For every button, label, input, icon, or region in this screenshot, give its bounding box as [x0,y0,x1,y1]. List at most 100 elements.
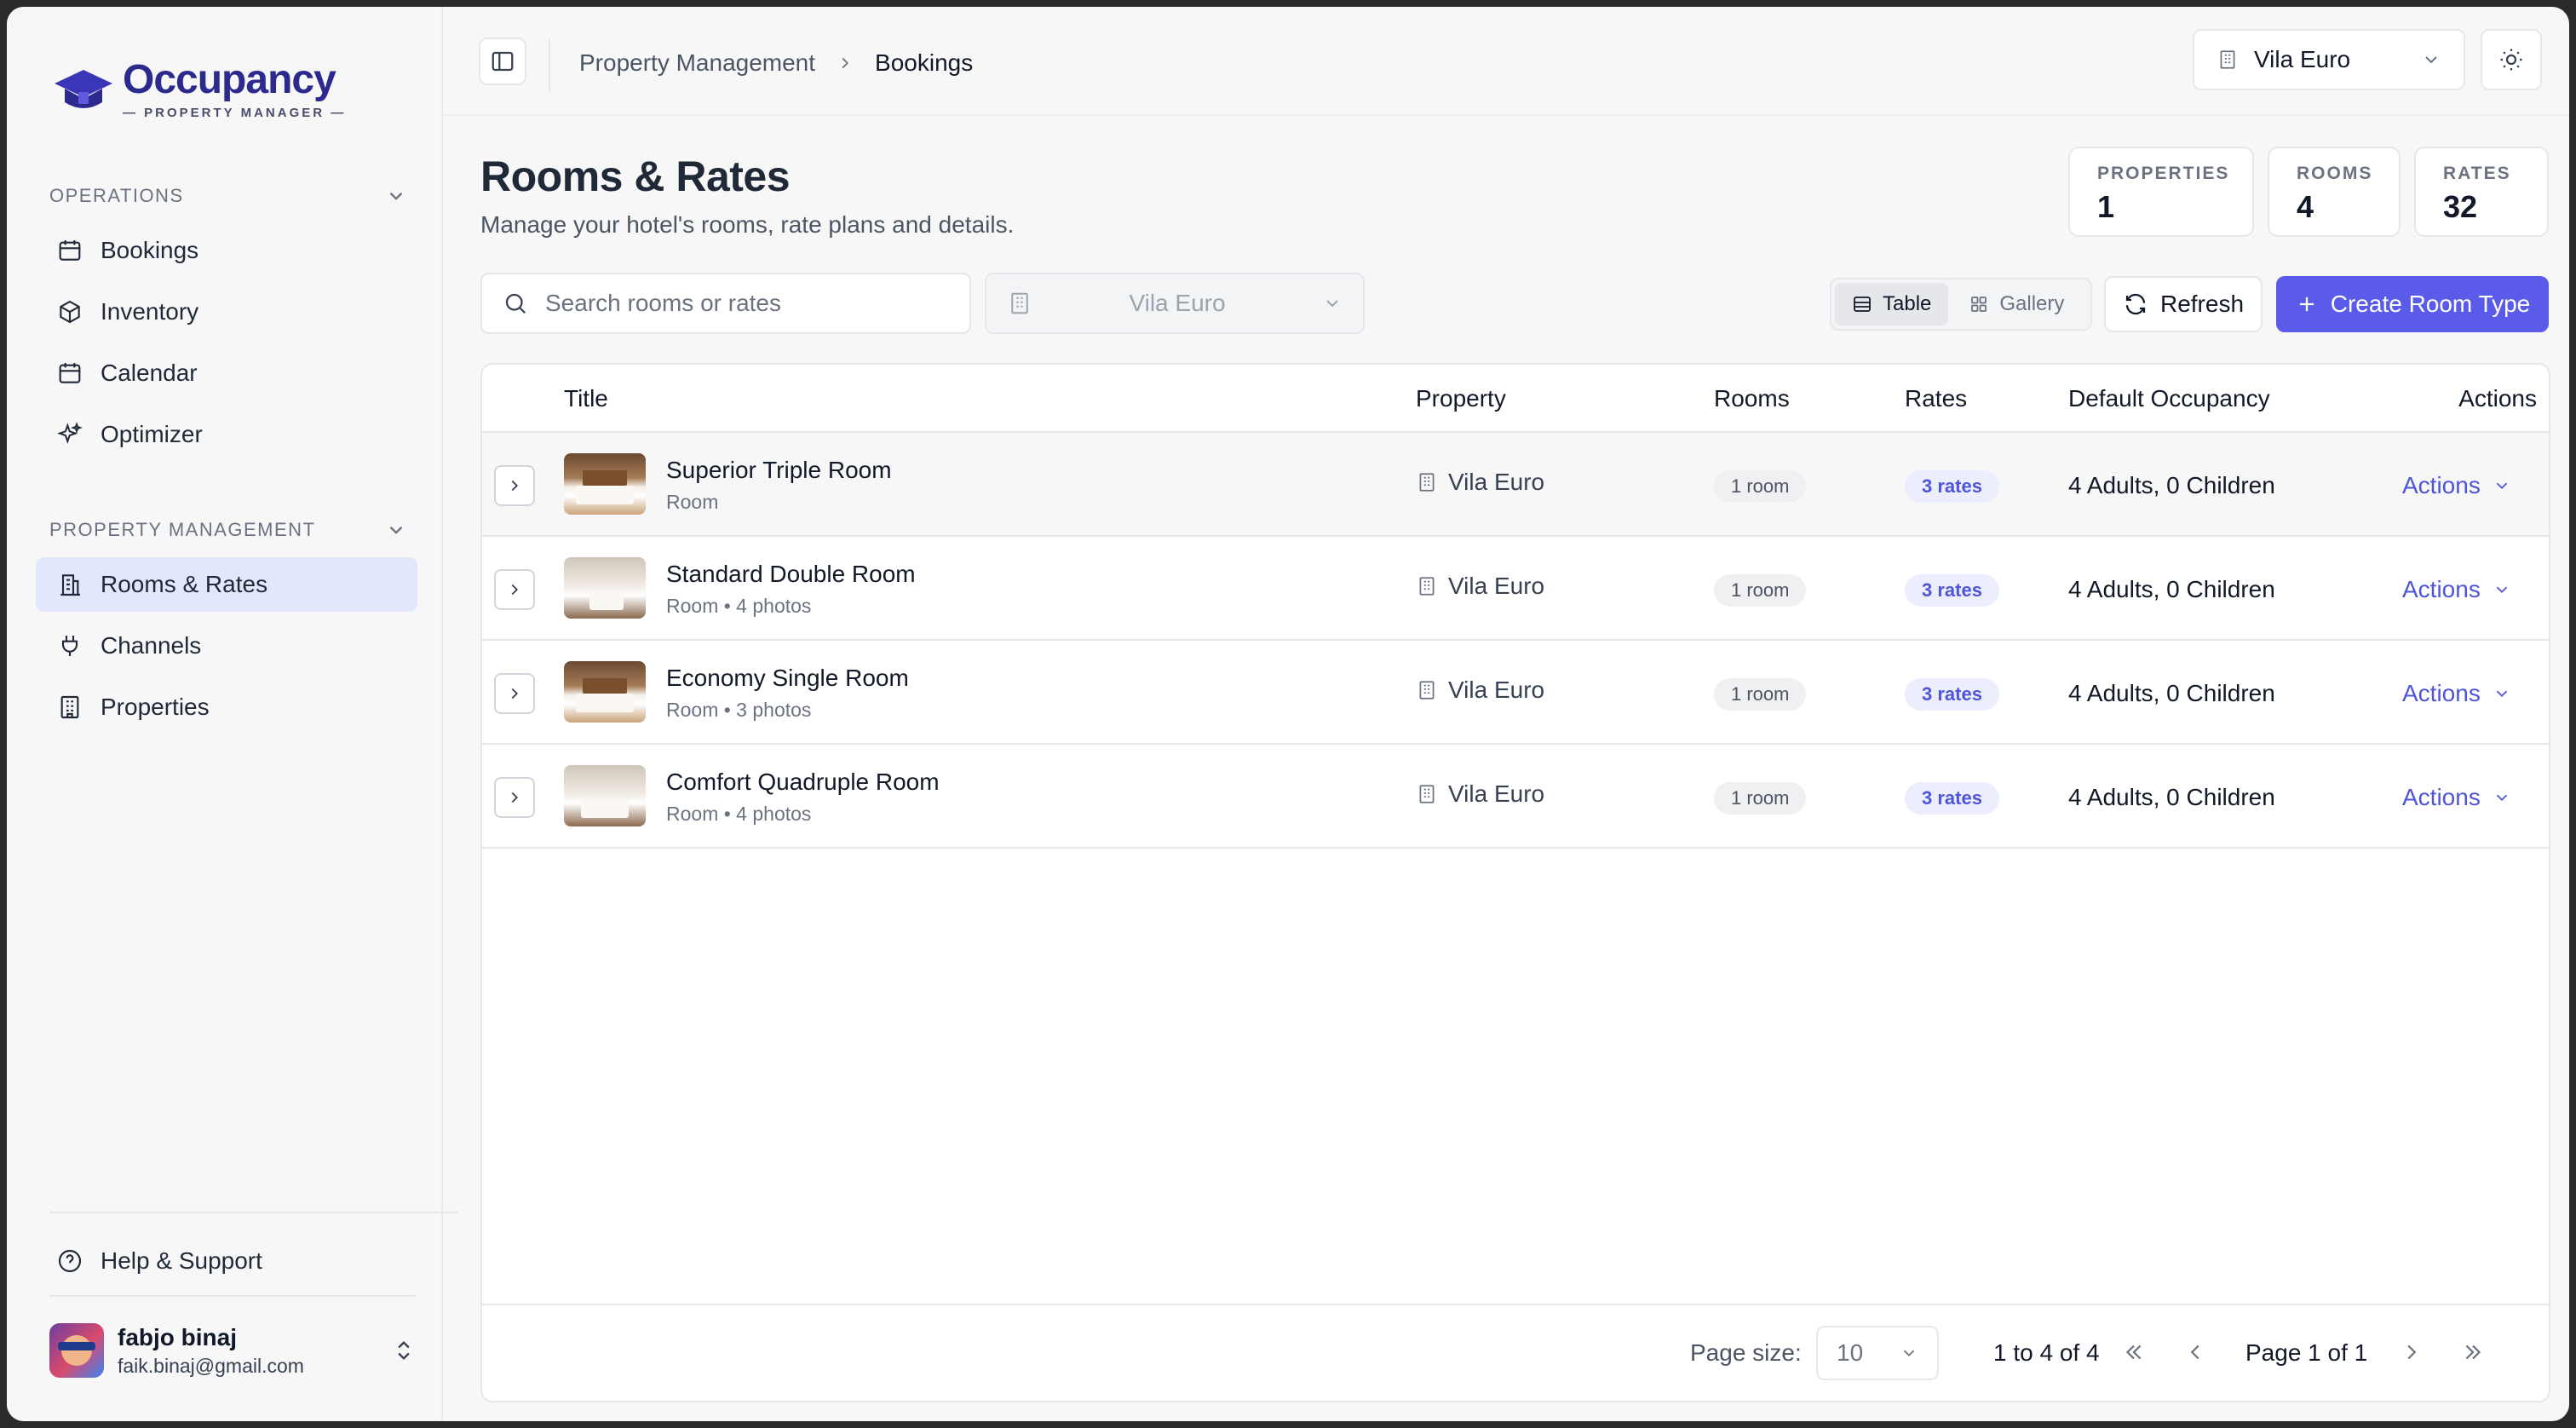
theme-toggle-button[interactable] [2481,29,2542,90]
view-gallery-button[interactable]: Gallery [1952,283,2081,325]
room-thumbnail[interactable] [564,453,646,515]
rates-badge[interactable]: 3 rates [1905,782,1999,815]
help-circle-icon [58,1249,82,1273]
help-support-link[interactable]: Help & Support [36,1234,417,1288]
building-icon [1419,473,1435,492]
building-icon [1419,681,1435,700]
column-rooms[interactable]: Rooms [1714,385,1790,412]
sidebar-item-calendar[interactable]: Calendar [36,346,417,400]
search-input-placeholder: Search rooms or rates [545,290,781,316]
box-icon [60,300,80,324]
toggle-sidebar-button[interactable] [479,37,526,85]
stat-label: RATES [2443,164,2511,183]
table-row[interactable]: Economy Single Room Room • 3 photos Vila… [482,641,2549,745]
column-rates[interactable]: Rates [1905,385,1967,412]
expand-row-button[interactable] [494,673,535,714]
breadcrumb: Property Management Bookings [579,49,973,77]
expand-row-button[interactable] [494,569,535,610]
default-occupancy: 4 Adults, 0 Children [2068,784,2275,810]
column-default-occupancy[interactable]: Default Occupancy [2068,385,2270,412]
property-selector[interactable]: Vila Euro [2193,29,2465,90]
search-field[interactable]: Search rooms or rates [480,273,971,334]
property-name: Vila Euro [1448,677,1545,703]
page-range: 1 to 4 of 4 [1993,1339,2100,1366]
page-size-label: Page size: [1690,1339,1802,1366]
actions-label: Actions [2402,576,2481,602]
chevron-down-icon [2496,482,2507,490]
sidebar-item-rooms-rates[interactable]: Rooms & Rates [36,557,417,612]
chevron-right-icon [511,792,519,803]
table-icon [1854,297,1871,312]
room-title: Superior Triple Room [666,457,892,483]
chevron-right-icon [511,480,519,492]
actions-dropdown[interactable]: Actions [2402,784,2511,811]
user-email: faik.binaj@gmail.com [118,1354,304,1377]
actions-dropdown[interactable]: Actions [2402,680,2511,707]
page-size-select[interactable]: 10 [1816,1326,1939,1380]
section-property-management[interactable]: PROPERTY MANAGEMENT [49,515,407,545]
chevron-right-icon [511,688,519,700]
sidebar-item-channels[interactable]: Channels [36,619,417,673]
brand-tagline: — PROPERTY MANAGER — [123,106,347,120]
table-row[interactable]: Superior Triple Room Room Vila Euro 1 ro… [482,433,2549,537]
room-property: Vila Euro [1416,469,1544,496]
rooms-badge: 1 room [1714,782,1807,815]
divider [49,1212,458,1213]
refresh-button[interactable]: Refresh [2104,276,2263,332]
view-gallery-label: Gallery [1999,292,2065,315]
sidebar-item-properties[interactable]: Properties [36,680,417,734]
sun-icon [2500,49,2522,71]
sidebar-item-inventory[interactable]: Inventory [36,285,417,339]
table-row[interactable]: Comfort Quadruple Room Room • 4 photos V… [482,745,2549,849]
actions-dropdown[interactable]: Actions [2402,472,2511,499]
room-thumbnail[interactable] [564,557,646,619]
building-icon [1419,577,1435,596]
chevron-down-icon [2496,690,2507,698]
column-property[interactable]: Property [1416,385,1506,412]
expand-row-button[interactable] [494,777,535,818]
rates-badge[interactable]: 3 rates [1905,574,1999,607]
rooms-badge: 1 room [1714,470,1807,503]
property-filter-select[interactable]: Vila Euro [985,273,1365,334]
divider [549,39,550,92]
user-menu[interactable]: fabjo binaj faik.binaj@gmail.com [49,1323,416,1378]
breadcrumb-property-management[interactable]: Property Management [579,49,815,77]
building-icon [1419,785,1435,803]
sidebar-item-bookings[interactable]: Bookings [36,223,417,278]
expand-row-button[interactable] [494,465,535,506]
actions-dropdown[interactable]: Actions [2402,576,2511,603]
room-property: Vila Euro [1416,573,1544,600]
column-title[interactable]: Title [564,385,608,412]
avatar [49,1323,104,1378]
stat-rates: RATES 32 [2414,147,2549,237]
chevron-right-icon [842,57,849,69]
brand-logo[interactable]: Occupancy — PROPERTY MANAGER — [53,58,346,120]
first-page-icon[interactable] [2121,1339,2147,1365]
rates-badge[interactable]: 3 rates [1905,678,1999,711]
default-occupancy: 4 Adults, 0 Children [2068,576,2275,602]
view-table-label: Table [1883,292,1932,315]
top-bar: Property Management Bookings Vila Euro [443,7,2569,116]
sparkles-icon [56,422,83,445]
refresh-label: Refresh [2159,291,2245,317]
room-thumbnail[interactable] [564,661,646,723]
page-indicator: Page 1 of 1 [2245,1339,2368,1366]
pagination-bar: Page size: 10 1 to 4 of 4 Page 1 of 1 [482,1304,2549,1401]
section-operations[interactable]: OPERATIONS [49,181,407,211]
chevron-down-icon [2496,794,2507,802]
property-filter-value: Vila Euro [1129,290,1226,316]
previous-page-icon[interactable] [2182,1339,2208,1365]
next-page-icon[interactable] [2399,1339,2424,1365]
stat-label: PROPERTIES [2097,164,2230,183]
property-name: Vila Euro [1448,469,1545,495]
rates-badge[interactable]: 3 rates [1905,470,1999,503]
sidebar-item-optimizer[interactable]: Optimizer [36,407,417,462]
default-occupancy: 4 Adults, 0 Children [2068,472,2275,498]
room-thumbnail[interactable] [564,765,646,826]
view-table-button[interactable]: Table [1835,283,1949,325]
stat-value: 1 [2097,189,2115,224]
create-room-type-button[interactable]: Create Room Type [2276,276,2549,332]
table-row[interactable]: Standard Double Room Room • 4 photos Vil… [482,537,2549,641]
last-page-icon[interactable] [2460,1339,2486,1365]
sidebar-item-label: Calendar [101,360,198,386]
